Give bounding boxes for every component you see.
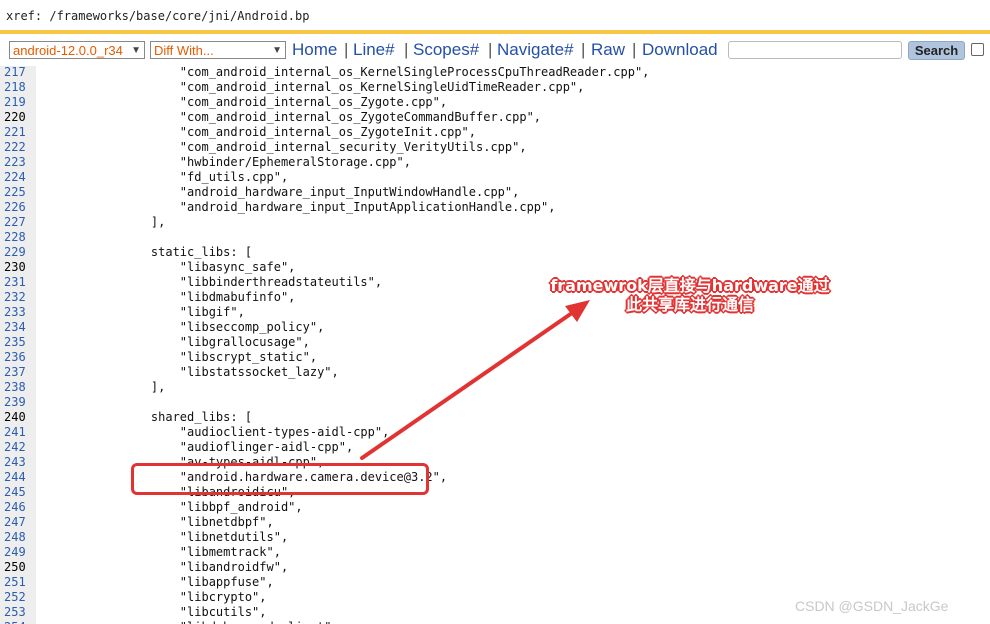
annotation-text: framewrok层直接与hardware通过 此共享库进行通信 (540, 276, 840, 314)
watermark: CSDN @GSDN_JackGe (795, 598, 949, 614)
annotation-line-1: framewrok层直接与hardware通过 (550, 276, 830, 295)
annotation-line-2: 此共享库进行通信 (625, 295, 754, 314)
annotation-arrow (360, 300, 590, 460)
